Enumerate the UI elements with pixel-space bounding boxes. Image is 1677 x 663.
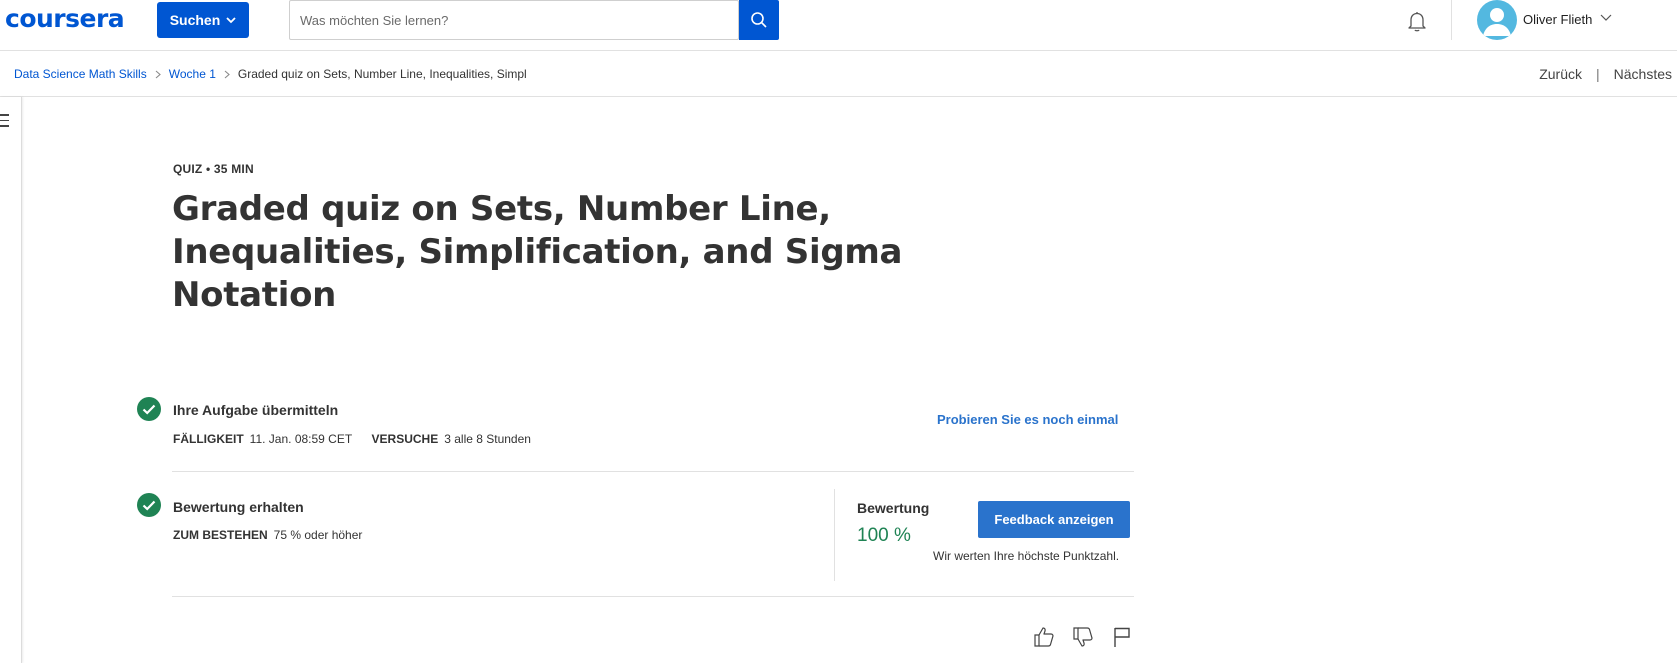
chevron-down-icon[interactable] [1600, 14, 1612, 22]
submit-step-title: Ihre Aufgabe übermitteln [173, 402, 339, 418]
pass-value: 75 % oder höher [273, 528, 363, 542]
view-feedback-button[interactable]: Feedback anzeigen [978, 501, 1130, 538]
grade-value: 100 % [857, 525, 911, 546]
breadcrumb-week-link[interactable]: Woche 1 [169, 67, 216, 81]
search-submit-button[interactable] [739, 0, 779, 40]
check-circle-icon [137, 493, 161, 517]
chevron-right-icon [155, 70, 161, 78]
attempts-label: VERSUCHE [371, 432, 439, 446]
flag-icon[interactable] [1110, 625, 1134, 649]
top-navigation-bar: coursera Suchen Oliver Flieth [0, 0, 1677, 51]
header-divider [1451, 0, 1452, 40]
grade-step-details: ZUM BESTEHEN 75 % oder höher [173, 528, 362, 542]
breadcrumb-bar: Data Science Math Skills Woche 1 Graded … [0, 52, 1677, 97]
notifications-button[interactable] [1403, 7, 1431, 35]
thumbs-down-icon[interactable] [1071, 625, 1095, 649]
quiz-meta: QUIZ • 35 MIN [173, 162, 254, 176]
nav-divider: | [1596, 66, 1600, 82]
next-link[interactable]: Nächstes [1614, 66, 1672, 82]
chevron-down-icon [226, 16, 236, 23]
highest-score-note: Wir werten Ihre höchste Punktzahl. [933, 549, 1120, 563]
page-title: Graded quiz on Sets, Number Line, Inequa… [172, 189, 903, 315]
search-dropdown-button[interactable]: Suchen [157, 2, 249, 38]
check-circle-icon [137, 397, 161, 421]
search-button-label: Suchen [169, 12, 221, 28]
left-sidebar-rail [0, 97, 22, 663]
pass-label: ZUM BESTEHEN [173, 528, 268, 542]
grade-divider [834, 489, 835, 581]
attempts-value: 3 alle 8 Stunden [444, 432, 531, 446]
search-input[interactable] [300, 1, 720, 39]
retry-quiz-link[interactable]: Probieren Sie es noch einmal [937, 412, 1118, 427]
due-value: 11. Jan. 08:59 CET [249, 432, 353, 446]
grade-step-title: Bewertung erhalten [173, 499, 304, 515]
search-icon [751, 12, 767, 28]
menu-icon[interactable] [0, 114, 9, 128]
user-avatar-icon [1483, 8, 1511, 36]
avatar[interactable] [1477, 0, 1517, 40]
due-label: FÄLLIGKEIT [173, 432, 244, 446]
step-divider [172, 596, 1134, 597]
breadcrumb-current: Graded quiz on Sets, Number Line, Inequa… [237, 67, 527, 81]
item-navigation: Zurück | Nächstes [1539, 66, 1672, 82]
user-name[interactable]: Oliver Flieth [1523, 12, 1592, 27]
coursera-logo[interactable]: coursera [5, 4, 125, 33]
step-divider [172, 471, 1134, 472]
submit-step-details: FÄLLIGKEIT 11. Jan. 08:59 CET VERSUCHE 3 a… [173, 432, 531, 446]
bell-icon [1408, 12, 1426, 32]
thumbs-up-icon[interactable] [1032, 625, 1056, 649]
chevron-right-icon [224, 70, 230, 78]
search-box [289, 0, 739, 40]
back-link[interactable]: Zurück [1539, 66, 1582, 82]
breadcrumb: Data Science Math Skills Woche 1 Graded … [14, 67, 527, 81]
breadcrumb-course-link[interactable]: Data Science Math Skills [14, 67, 147, 81]
grade-label: Bewertung [857, 500, 930, 516]
